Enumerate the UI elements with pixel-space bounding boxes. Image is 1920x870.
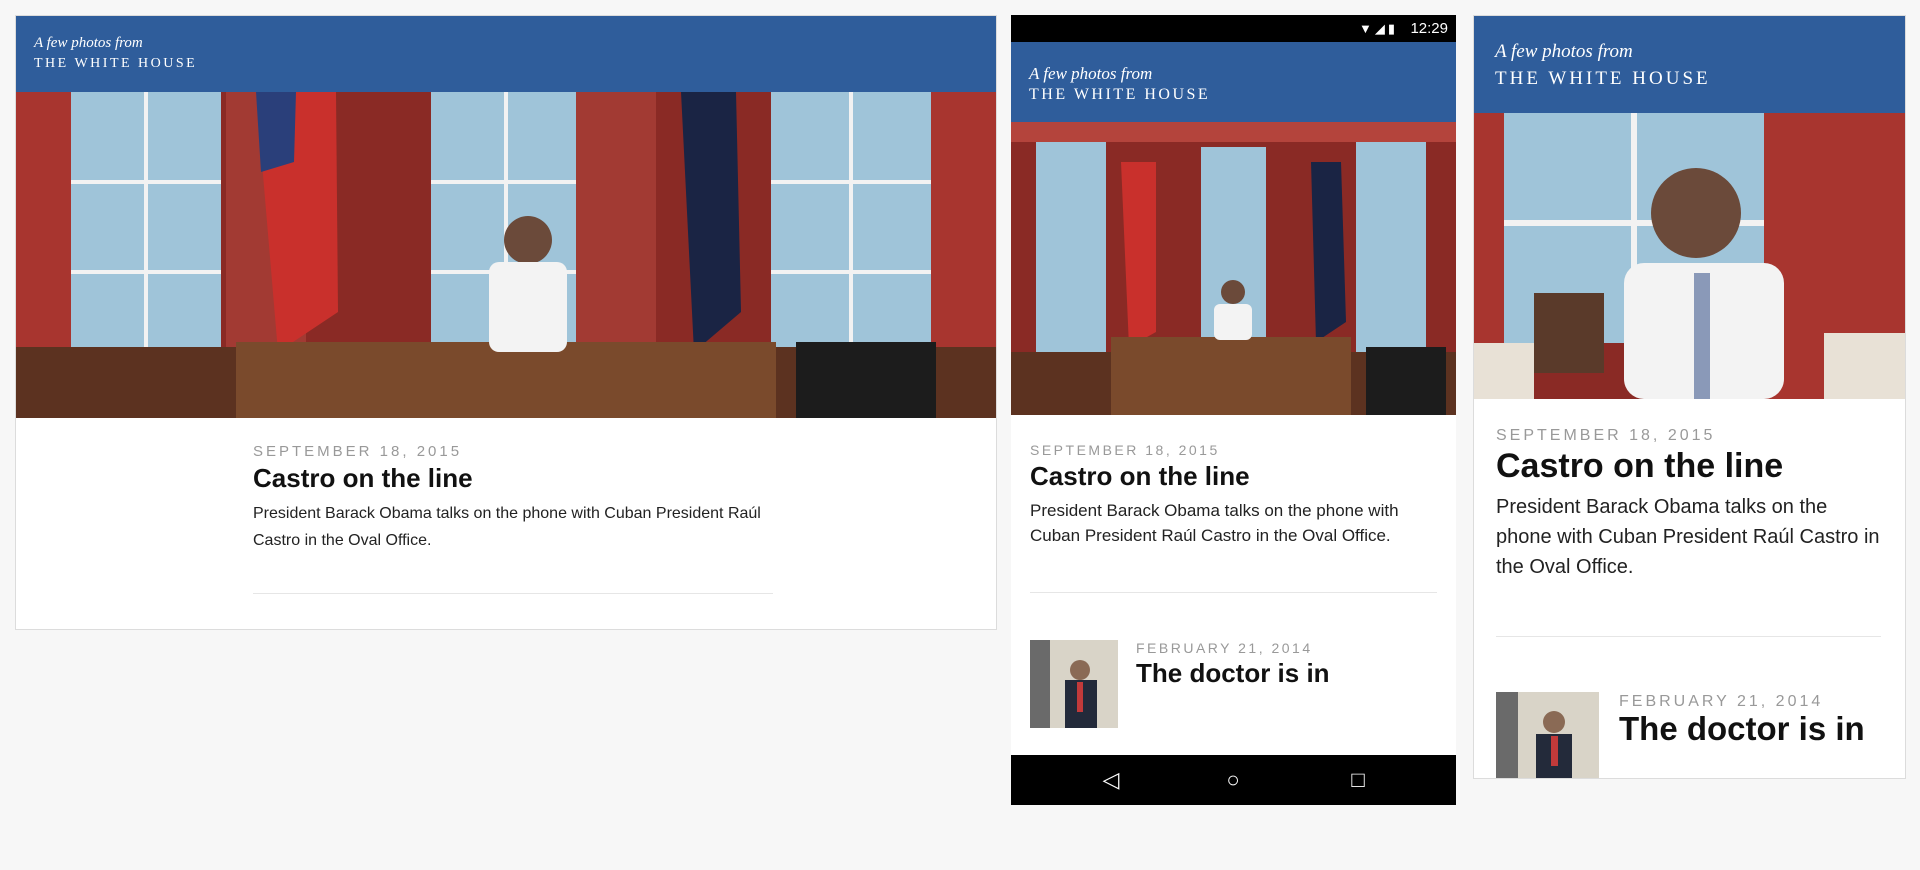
post-date: SEPTEMBER 18, 2015: [253, 443, 463, 460]
wifi-icon: ▼: [1358, 21, 1375, 36]
next-post-thumbnail[interactable]: [1496, 692, 1599, 778]
divider: [253, 593, 773, 594]
post-date: SEPTEMBER 18, 2015: [1030, 442, 1220, 458]
site-tagline: A few photos from: [1029, 64, 1153, 83]
site-header: A few photos from THE WHITE HOUSE: [16, 16, 996, 92]
phone-preview: ▼◢▮ 12:29 A few photos from THE WHITE HO…: [1011, 15, 1456, 805]
site-tagline: A few photos from: [34, 35, 143, 51]
status-icons: ▼◢▮: [1359, 21, 1398, 37]
post-caption: President Barack Obama talks on the phon…: [1030, 501, 1399, 545]
site-header: A few photos from THE WHITE HOUSE: [1474, 16, 1905, 113]
post-caption: President Barack Obama talks on the phon…: [1496, 496, 1880, 578]
site-header: A few photos from THE WHITE HOUSE: [1011, 42, 1456, 122]
post-date: SEPTEMBER 18, 2015: [1496, 427, 1716, 444]
site-name[interactable]: THE WHITE HOUSE: [1029, 86, 1210, 104]
tablet-preview: A few photos from THE WHITE HOUSE SEPTEM…: [1473, 15, 1906, 779]
post-title[interactable]: Castro on the line: [1030, 461, 1250, 492]
divider: [1496, 636, 1881, 637]
back-icon[interactable]: ◁: [1091, 765, 1131, 795]
featured-photo[interactable]: [1474, 113, 1905, 399]
next-post-title[interactable]: The doctor is in: [1619, 710, 1865, 748]
site-tagline: A few photos from: [1495, 41, 1633, 62]
post-title[interactable]: Castro on the line: [253, 463, 473, 494]
featured-photo[interactable]: [16, 92, 996, 418]
signal-icon: ◢: [1374, 21, 1388, 36]
next-post-date: FEBRUARY 21, 2014: [1619, 693, 1824, 710]
desktop-preview: A few photos from THE WHITE HOUSE SEPTEM…: [15, 15, 997, 630]
recents-icon[interactable]: □: [1338, 765, 1378, 795]
next-post-title[interactable]: The doctor is in: [1136, 658, 1330, 689]
site-name[interactable]: THE WHITE HOUSE: [1495, 68, 1711, 90]
site-name[interactable]: THE WHITE HOUSE: [34, 56, 197, 72]
next-post-date: FEBRUARY 21, 2014: [1136, 640, 1313, 656]
post-caption: President Barack Obama talks on the phon…: [253, 505, 761, 549]
divider: [1030, 592, 1437, 593]
home-icon[interactable]: ○: [1213, 765, 1253, 795]
battery-icon: ▮: [1387, 21, 1398, 36]
post-title[interactable]: Castro on the line: [1496, 447, 1783, 486]
status-time: 12:29: [1410, 20, 1448, 37]
featured-photo[interactable]: [1011, 122, 1456, 415]
status-bar: ▼◢▮ 12:29: [1011, 15, 1456, 42]
next-post-thumbnail[interactable]: [1030, 640, 1118, 728]
nav-bar: ◁ ○ □: [1011, 755, 1456, 805]
